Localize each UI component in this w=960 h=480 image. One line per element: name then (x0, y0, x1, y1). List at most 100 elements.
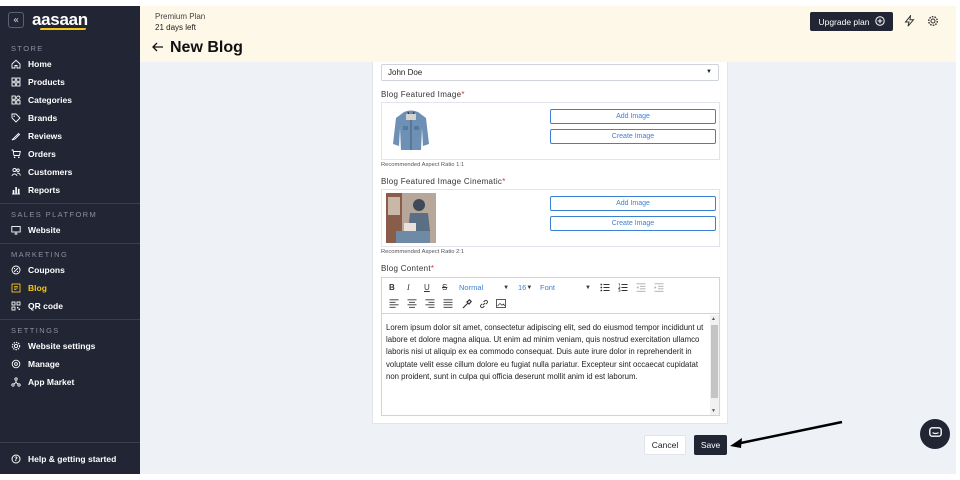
author-select[interactable]: John Doe ▼ (381, 64, 719, 81)
annotation-arrow (730, 420, 843, 448)
sidebar-item-home[interactable]: Home (0, 55, 140, 73)
sidebar-item-label: QR code (28, 301, 63, 311)
size-select-value: 16 (518, 283, 527, 292)
title-row: New Blog (152, 39, 243, 57)
add-image-button[interactable]: Add Image (550, 196, 716, 211)
reviews-icon (11, 131, 21, 141)
collapse-sidebar-button[interactable]: « (8, 12, 24, 28)
reports-icon (11, 185, 21, 195)
sidebar-item-blog[interactable]: Blog (0, 279, 140, 297)
section-title-marketing: MARKETING (11, 250, 69, 259)
sidebar-item-label: Reports (28, 185, 61, 195)
gear-icon[interactable] (926, 14, 940, 28)
align-center-icon[interactable] (407, 299, 417, 308)
sidebar-item-website[interactable]: Website (0, 221, 140, 239)
divider (0, 203, 140, 204)
sidebar-item-label: Website settings (28, 341, 96, 351)
size-select[interactable]: 16 ▼ (518, 283, 532, 292)
bullet-list-icon[interactable] (600, 283, 610, 292)
cinematic-image-thumbnail (386, 193, 436, 243)
featured-image-label-text: Blog Featured Image (381, 90, 462, 99)
link-icon[interactable] (479, 299, 489, 309)
scroll-up-icon[interactable]: ▲ (711, 316, 716, 322)
sidebar-item-label: Manage (28, 359, 60, 369)
back-arrow-icon[interactable] (152, 39, 164, 57)
editor-scrollbar[interactable]: ▲ ▼ (710, 315, 719, 415)
sidebar-item-reports[interactable]: Reports (0, 181, 140, 199)
sidebar-item-label: Orders (28, 149, 56, 159)
sidebar-item-website-settings[interactable]: Website settings (0, 337, 140, 355)
svg-text:?: ? (14, 456, 18, 463)
font-select[interactable]: Font ▼ (540, 283, 591, 292)
bold-icon[interactable]: B (389, 283, 395, 292)
sidebar-item-label: Categories (28, 95, 72, 105)
sidebar-item-customers[interactable]: Customers (0, 163, 140, 181)
upgrade-plan-button[interactable]: Upgrade plan (810, 12, 893, 31)
top-bar: Premium Plan 21 days left Upgrade plan (140, 6, 956, 36)
sidebar-item-qr-code[interactable]: QR code (0, 297, 140, 315)
lightning-icon[interactable] (902, 14, 916, 28)
customers-icon (11, 167, 21, 177)
sidebar-item-coupons[interactable]: Coupons (0, 261, 140, 279)
underline-icon[interactable]: U (424, 283, 430, 292)
sidebar-item-products[interactable]: Products (0, 73, 140, 91)
align-left-icon[interactable] (389, 299, 399, 308)
plan-name: Premium Plan (155, 12, 206, 21)
create-image-button[interactable]: Create Image (550, 129, 716, 144)
sidebar-item-brands[interactable]: Brands (0, 109, 140, 127)
monitor-icon (11, 225, 21, 235)
sidebar-item-categories[interactable]: Categories (0, 91, 140, 109)
settings-nav: Website settings Manage App Market (0, 337, 140, 391)
required-mark: * (430, 264, 435, 273)
sidebar-item-label: Brands (28, 113, 58, 123)
chat-icon (928, 425, 942, 443)
cart-icon (11, 149, 21, 159)
cancel-button[interactable]: Cancel (644, 435, 686, 455)
help-link[interactable]: ? Help & getting started (0, 442, 140, 474)
chat-button[interactable] (920, 419, 950, 449)
scrollbar-thumb[interactable] (711, 325, 718, 398)
sidebar-item-reviews[interactable]: Reviews (0, 127, 140, 145)
color-picker-icon[interactable] (462, 299, 472, 309)
cinematic-image-label-text: Blog Featured Image Cinematic (381, 177, 503, 186)
indent-icon[interactable] (654, 283, 664, 292)
content-label: Blog Content* (381, 264, 434, 273)
sidebar-item-app-market[interactable]: App Market (0, 373, 140, 391)
editor-toolbar: B I U S Normal ▼ 16 ▼ Font ▼ (382, 278, 719, 314)
tag-icon (11, 113, 21, 123)
chevron-down-icon: ▼ (585, 284, 591, 291)
help-label: Help & getting started (28, 453, 117, 464)
font-select-value: Font (540, 283, 556, 292)
products-icon (11, 77, 21, 87)
editor-content[interactable]: Lorem ipsum dolor sit amet, consectetur … (386, 322, 708, 383)
divider (0, 243, 140, 244)
divider (0, 319, 140, 320)
sidebar-item-label: Blog (28, 283, 47, 293)
qr-icon (11, 301, 21, 311)
content-label-text: Blog Content (381, 264, 431, 273)
add-image-button[interactable]: Add Image (550, 109, 716, 124)
logo: aasaan (32, 10, 88, 29)
sidebar-item-manage[interactable]: Manage (0, 355, 140, 373)
strikethrough-icon[interactable]: S (442, 283, 447, 292)
upgrade-plan-label: Upgrade plan (818, 16, 870, 27)
save-button[interactable]: Save (694, 435, 727, 455)
sidebar-item-label: Customers (28, 167, 73, 177)
plan-info: Premium Plan 21 days left (155, 11, 205, 33)
outdent-icon[interactable] (636, 283, 646, 292)
sidebar-item-label: App Market (28, 377, 75, 387)
image-insert-icon[interactable] (496, 299, 506, 308)
format-select[interactable]: Normal ▼ (459, 283, 509, 292)
app-market-icon (11, 377, 21, 387)
italic-icon[interactable]: I (407, 283, 410, 292)
manage-icon (11, 359, 21, 369)
create-image-button[interactable]: Create Image (550, 216, 716, 231)
scroll-down-icon[interactable]: ▼ (711, 408, 716, 414)
align-justify-icon[interactable] (443, 299, 453, 308)
sidebar-item-orders[interactable]: Orders (0, 145, 140, 163)
chevron-down-icon: ▼ (706, 69, 712, 75)
align-right-icon[interactable] (425, 299, 435, 308)
page-title: New Blog (170, 39, 243, 56)
numbered-list-icon[interactable] (618, 283, 628, 292)
required-mark: * (502, 177, 506, 186)
